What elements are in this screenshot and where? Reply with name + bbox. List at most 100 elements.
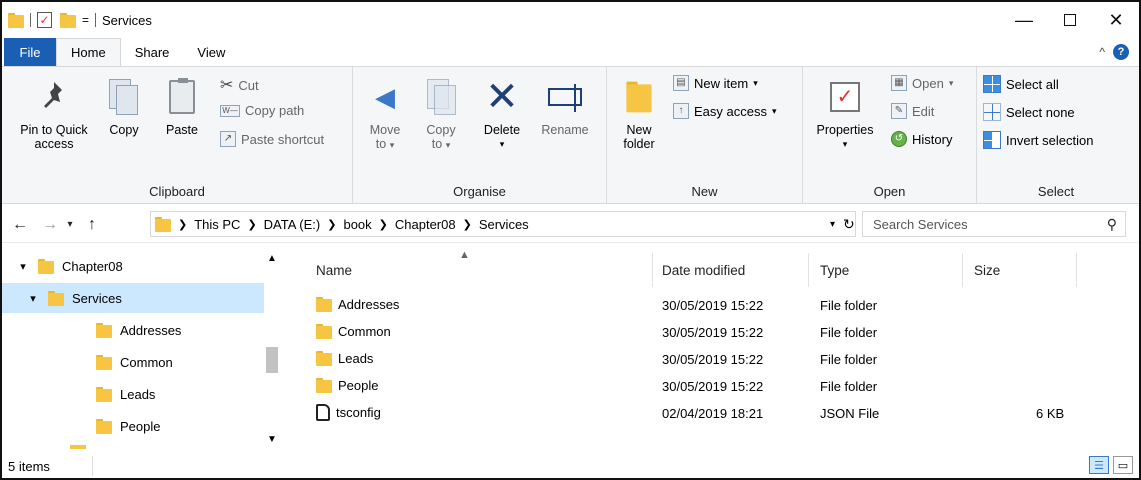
- address-history-chevron-icon[interactable]: ▾: [830, 219, 835, 230]
- properties-chevron-icon[interactable]: ▾: [843, 137, 848, 151]
- item-count: 5 items: [8, 458, 50, 474]
- help-icon[interactable]: ?: [1113, 44, 1129, 60]
- select-all-button[interactable]: Select all: [983, 75, 1059, 93]
- copy-path-button[interactable]: W— Copy path: [220, 103, 304, 118]
- invert-selection-button[interactable]: Invert selection: [983, 131, 1093, 149]
- recent-locations-chevron-icon[interactable]: ▾: [62, 219, 78, 230]
- column-header-name[interactable]: Name: [316, 255, 352, 285]
- collapse-ribbon-chevron-icon[interactable]: ^: [1099, 45, 1105, 59]
- properties-check-icon[interactable]: ✓: [37, 12, 52, 28]
- easy-access-button[interactable]: ↑ Easy access ▾: [673, 103, 777, 119]
- column-header-size[interactable]: Size: [974, 255, 1000, 285]
- paste-shortcut-icon: ↗: [220, 131, 236, 147]
- details-view-icon[interactable]: ☰: [1089, 456, 1109, 474]
- back-arrow-icon[interactable]: ←: [8, 216, 32, 234]
- tab-share[interactable]: Share: [121, 38, 184, 66]
- navigation-pane: ▾ Chapter08 ▾ Services Addresses Common …: [2, 249, 286, 449]
- breadcrumb-chapter08[interactable]: Chapter08: [395, 217, 456, 232]
- table-row[interactable]: Addresses 30/05/2019 15:22 File folder: [298, 293, 1128, 320]
- tab-file[interactable]: File: [4, 38, 56, 66]
- nav-scrollbar[interactable]: ▲ ▼: [264, 249, 280, 447]
- column-header-date-modified[interactable]: Date modified: [662, 255, 745, 285]
- organise-group: ◀ Move to ▾ Copy to ▾ ✕ Delete ▾ Rename: [353, 67, 607, 203]
- delete-button[interactable]: ✕ Delete ▾: [475, 73, 529, 151]
- tree-item-leads[interactable]: Leads: [96, 379, 155, 409]
- breadcrumb-separator-icon[interactable]: ❯: [178, 218, 187, 231]
- breadcrumb-separator-icon[interactable]: ❯: [463, 218, 472, 231]
- column-divider[interactable]: [962, 253, 963, 287]
- tree-item-addresses[interactable]: Addresses: [96, 315, 181, 345]
- refresh-icon[interactable]: ↻: [843, 216, 855, 233]
- column-divider[interactable]: [808, 253, 809, 287]
- move-to-button[interactable]: ◀ Move to ▾: [365, 73, 405, 152]
- organise-group-label: Organise: [453, 184, 506, 199]
- copy-to-icon: [424, 73, 458, 121]
- copy-to-button[interactable]: Copy to ▾: [421, 73, 461, 152]
- folder-icon: [96, 322, 112, 338]
- open-button[interactable]: ▦ Open ▾: [891, 75, 953, 91]
- table-row[interactable]: tsconfig 02/04/2019 18:21 JSON File 6 KB: [298, 401, 1128, 428]
- minimize-button[interactable]: —: [1001, 2, 1047, 38]
- column-divider[interactable]: [1076, 253, 1077, 287]
- select-none-button[interactable]: Select none: [983, 103, 1075, 121]
- up-arrow-icon[interactable]: ↑: [80, 216, 104, 234]
- folder-icon: [316, 377, 332, 393]
- paste-shortcut-button[interactable]: ↗ Paste shortcut: [220, 131, 324, 147]
- breadcrumb-services[interactable]: Services: [479, 217, 529, 232]
- search-placeholder: Search Services: [873, 216, 968, 232]
- properties-button[interactable]: ✓ Properties ▾: [807, 73, 883, 151]
- column-divider[interactable]: [652, 253, 653, 287]
- json-file-icon: [316, 404, 330, 421]
- close-button[interactable]: ✕: [1093, 2, 1139, 38]
- breadcrumb-separator-icon[interactable]: ❯: [327, 218, 336, 231]
- copy-label: Copy: [109, 123, 139, 137]
- chevron-down-icon[interactable]: ▾: [26, 292, 40, 305]
- tab-home[interactable]: Home: [56, 38, 121, 66]
- breadcrumb-book[interactable]: book: [343, 217, 371, 232]
- new-folder-button[interactable]: New folder: [617, 73, 661, 151]
- tree-item-chapter08[interactable]: ▾ Chapter08: [2, 251, 262, 281]
- chevron-down-icon[interactable]: ▾: [16, 260, 30, 273]
- breadcrumb-separator-icon[interactable]: ❯: [247, 218, 256, 231]
- forward-arrow-icon[interactable]: →: [38, 216, 62, 234]
- large-icons-view-icon[interactable]: ▭: [1113, 456, 1133, 474]
- scissors-icon: ✂: [220, 77, 234, 94]
- tab-view[interactable]: View: [183, 38, 239, 66]
- new-folder-icon[interactable]: [60, 12, 76, 28]
- maximize-button[interactable]: [1047, 2, 1093, 38]
- move-to-label-line2: to ▾: [375, 137, 395, 151]
- search-input[interactable]: Search Services ⚲: [862, 211, 1126, 237]
- folder-icon: [96, 386, 112, 402]
- table-row[interactable]: People 30/05/2019 15:22 File folder: [298, 374, 1128, 401]
- paste-shortcut-label: Paste shortcut: [241, 131, 325, 147]
- pin-to-quick-access-button[interactable]: Pin to Quick access: [10, 73, 98, 151]
- history-button[interactable]: ↺ History: [891, 131, 952, 147]
- scroll-down-chevron-icon[interactable]: ▼: [264, 434, 280, 445]
- breadcrumb-this-pc[interactable]: This PC: [194, 217, 240, 232]
- rename-icon: [548, 73, 582, 121]
- tree-item-people[interactable]: People: [96, 411, 160, 441]
- table-row[interactable]: Common 30/05/2019 15:22 File folder: [298, 320, 1128, 347]
- table-row[interactable]: Leads 30/05/2019 15:22 File folder: [298, 347, 1128, 374]
- breadcrumb-data-drive[interactable]: DATA (E:): [264, 217, 321, 232]
- tree-item-services[interactable]: ▾ Services: [2, 283, 264, 313]
- search-icon[interactable]: ⚲: [1107, 216, 1117, 233]
- scroll-thumb[interactable]: [266, 347, 278, 373]
- folder-icon[interactable]: [8, 12, 24, 28]
- address-bar[interactable]: ❯ This PC ❯ DATA (E:) ❯ book ❯ Chapter08…: [150, 211, 856, 237]
- breadcrumb-separator-icon[interactable]: ❯: [379, 218, 388, 231]
- cut-button[interactable]: ✂ Cut: [220, 75, 259, 95]
- rename-button[interactable]: Rename: [535, 73, 595, 137]
- edit-button[interactable]: ✎ Edit: [891, 103, 934, 119]
- column-header-type[interactable]: Type: [820, 255, 849, 285]
- file-date: 02/04/2019 18:21: [662, 406, 764, 421]
- delete-dropdown-chevron-icon[interactable]: ▾: [500, 137, 505, 151]
- tree-item-common[interactable]: Common: [96, 347, 173, 377]
- select-none-label: Select none: [1006, 104, 1075, 120]
- new-item-button[interactable]: ▤ New item ▾: [673, 75, 758, 91]
- copy-button[interactable]: Copy: [104, 73, 144, 137]
- customize-qat-button[interactable]: =: [82, 13, 89, 27]
- select-all-icon: [983, 75, 1001, 93]
- paste-button[interactable]: Paste: [160, 73, 204, 137]
- scroll-up-chevron-icon[interactable]: ▲: [264, 253, 280, 264]
